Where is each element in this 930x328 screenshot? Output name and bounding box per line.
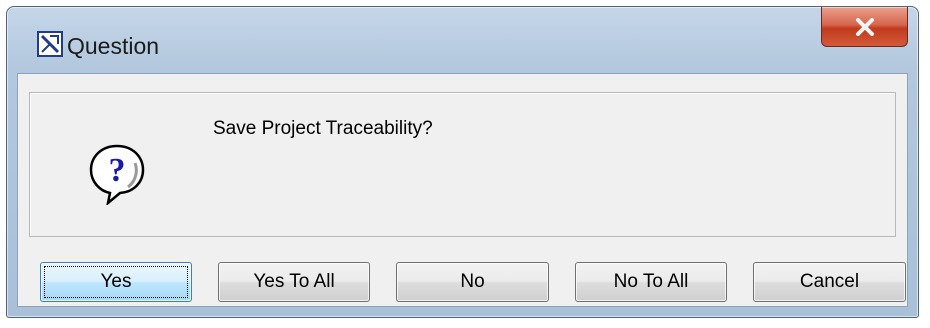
title-bar[interactable]: Question (7, 7, 918, 73)
cancel-button-label: Cancel (799, 271, 860, 292)
yes-button[interactable]: Yes (40, 262, 192, 302)
close-icon (855, 17, 874, 36)
no-button[interactable]: No (396, 262, 549, 302)
no-to-all-button[interactable]: No To All (575, 262, 727, 302)
yes-to-all-button-label: Yes To All (253, 271, 335, 292)
close-button[interactable] (821, 7, 908, 47)
window-title: Question (67, 33, 160, 59)
dialog-content: ? Save Project Traceability? Yes Yes To … (17, 73, 908, 307)
cancel-button[interactable]: Cancel (753, 262, 906, 302)
yes-to-all-button[interactable]: Yes To All (218, 262, 370, 302)
no-button-label: No (460, 271, 485, 292)
question-icon: ? (89, 144, 145, 205)
question-mark-glyph: ? (109, 152, 126, 189)
question-dialog-window: Question ? Save Project Traceability? Ye… (6, 6, 919, 318)
yes-button-label: Yes (100, 271, 132, 292)
app-icon (37, 31, 63, 57)
message-text: Save Project Traceability? (213, 118, 433, 139)
message-panel: ? Save Project Traceability? (29, 92, 896, 237)
button-row: Yes Yes To All No No To All Cancel (18, 262, 907, 304)
no-to-all-button-label: No To All (613, 271, 689, 292)
